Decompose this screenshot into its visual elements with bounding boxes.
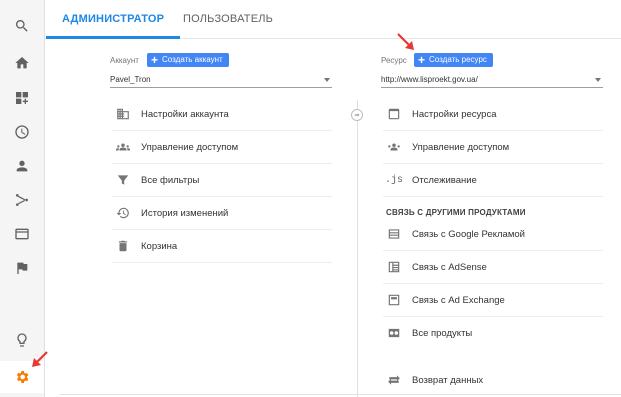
adexchange-link-label: Связь с Ad Exchange (412, 294, 505, 306)
property-access-label: Управление доступом (412, 141, 510, 153)
trash-icon (114, 237, 132, 255)
people-icon (385, 138, 403, 156)
account-access-label: Управление доступом (141, 141, 239, 153)
change-history-label: История изменений (141, 207, 229, 219)
linked-products-heading: СВЯЗЬ С ДРУГИМИ ПРОДУКТАМИ (386, 208, 526, 217)
adexchange-icon (385, 291, 403, 309)
acquisition-icon[interactable] (0, 186, 44, 214)
all-filters-label: Все фильтры (141, 174, 200, 186)
ads-icon (385, 225, 403, 243)
plus-icon: + (151, 53, 159, 67)
account-label: Аккаунт (110, 56, 139, 65)
behavior-icon[interactable] (0, 220, 44, 248)
google-ads-link-label: Связь с Google Рекламой (412, 228, 525, 240)
trash-row[interactable]: Корзина (112, 230, 332, 263)
history-icon (114, 204, 132, 222)
home-icon[interactable] (0, 49, 44, 77)
column-divider (357, 100, 358, 397)
adsense-icon (385, 258, 403, 276)
create-account-button[interactable]: + Создать аккаунт (147, 53, 229, 67)
admin-tabs: АДМИНИСТРАТОР ПОЛЬЗОВАТЕЛЬ (45, 0, 621, 39)
account-settings-row[interactable]: Настройки аккаунта (112, 98, 332, 131)
data-return-icon (385, 371, 403, 389)
arrow-right-icon (351, 109, 363, 121)
create-account-label: Создать аккаунт (162, 55, 223, 64)
adsense-link-label: Связь с AdSense (412, 261, 487, 273)
flag-icon[interactable] (0, 254, 44, 282)
data-return-label: Возврат данных (412, 374, 484, 386)
tab-user[interactable]: ПОЛЬЗОВАТЕЛЬ (183, 0, 273, 38)
account-access-row[interactable]: Управление доступом (112, 131, 332, 164)
property-access-row[interactable]: Управление доступом (383, 131, 603, 164)
trash-label: Корзина (141, 240, 178, 252)
property-select-value: http://www.lisproekt.gov.ua/ (381, 75, 478, 84)
search-icon[interactable] (0, 12, 44, 40)
js-icon: .js (385, 174, 404, 186)
all-products-row[interactable]: Все продукты (383, 317, 603, 349)
link-products-icon (385, 324, 403, 342)
change-history-row[interactable]: История изменений (112, 197, 332, 230)
property-settings-row[interactable]: Настройки ресурса (383, 98, 603, 131)
account-settings-label: Настройки аккаунта (141, 108, 229, 120)
window-icon (385, 105, 403, 123)
plus-icon: + (418, 53, 426, 67)
account-select-value: Pavel_Tron (110, 75, 151, 84)
all-filters-row[interactable]: Все фильтры (112, 164, 332, 197)
create-property-label: Создать ресурс (429, 55, 487, 64)
tracking-row[interactable]: .js Отслеживание (383, 164, 603, 197)
people-icon (114, 138, 132, 156)
chevron-down-icon (595, 78, 601, 82)
left-sidebar (0, 0, 45, 397)
filter-icon (114, 171, 132, 189)
create-property-button[interactable]: + Создать ресурс (414, 53, 493, 67)
all-products-label: Все продукты (412, 327, 473, 339)
adsense-link-row[interactable]: Связь с AdSense (383, 251, 603, 284)
property-settings-label: Настройки ресурса (412, 108, 497, 120)
tracking-label: Отслеживание (412, 174, 477, 186)
person-icon[interactable] (0, 152, 44, 180)
building-icon (114, 105, 132, 123)
annotation-arrow-gear (32, 351, 48, 367)
property-label: Ресурс (381, 56, 407, 65)
customization-icon[interactable] (0, 84, 44, 112)
property-select[interactable]: http://www.lisproekt.gov.ua/ (381, 73, 603, 88)
chevron-down-icon (324, 78, 330, 82)
clock-icon[interactable] (0, 118, 44, 146)
account-select[interactable]: Pavel_Tron (110, 73, 332, 88)
adexchange-link-row[interactable]: Связь с Ad Exchange (383, 284, 603, 317)
bottom-divider (60, 394, 621, 395)
tab-administrator[interactable]: АДМИНИСТРАТОР (45, 0, 181, 39)
data-return-row[interactable]: Возврат данных (383, 364, 603, 396)
google-ads-link-row[interactable]: Связь с Google Рекламой (383, 218, 603, 251)
annotation-arrow-property (397, 33, 414, 50)
